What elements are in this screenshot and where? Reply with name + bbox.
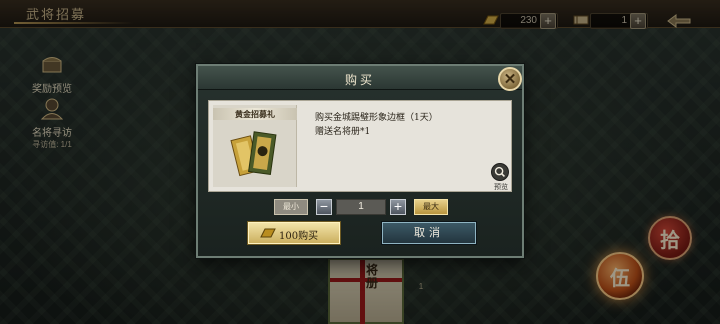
max-quantity-button[interactable]: 最大 [414, 199, 448, 215]
quantity-input[interactable]: 1 [336, 199, 386, 215]
gift-panel: 黄金招募礼 [213, 105, 297, 187]
gift-name: 黄金招募礼 [213, 108, 297, 120]
min-quantity-button[interactable]: 最小 [274, 199, 308, 215]
close-icon: ✕ [503, 71, 517, 88]
decrease-quantity-button[interactable]: − [316, 199, 332, 215]
purchase-dialog: 购买 ✕ 黄金招募礼 购买金城踢璧形象边框（1天） 赠送名将册*1 预览 最小 … [196, 64, 524, 258]
buy-button[interactable]: 100购买 [248, 222, 340, 244]
close-button[interactable]: ✕ [498, 67, 522, 91]
dialog-content: 黄金招募礼 购买金城踢璧形象边框（1天） 赠送名将册*1 预览 [208, 100, 512, 192]
buy-button-label: 100购买 [279, 231, 319, 242]
offer-description: 购买金城踢璧形象边框（1天） [315, 113, 438, 123]
preview-label[interactable]: 预览 [491, 182, 511, 192]
gift-pack-icon [230, 131, 277, 177]
dialog-header: 购买 [198, 66, 522, 90]
dialog-title: 购买 [344, 73, 375, 87]
gold-bar-icon [260, 228, 276, 238]
offer-bonus: 赠送名将册*1 [315, 127, 371, 137]
cancel-button[interactable]: 取消 [382, 222, 476, 244]
increase-quantity-button[interactable]: + [390, 199, 406, 215]
magnifier-icon[interactable] [491, 163, 509, 181]
